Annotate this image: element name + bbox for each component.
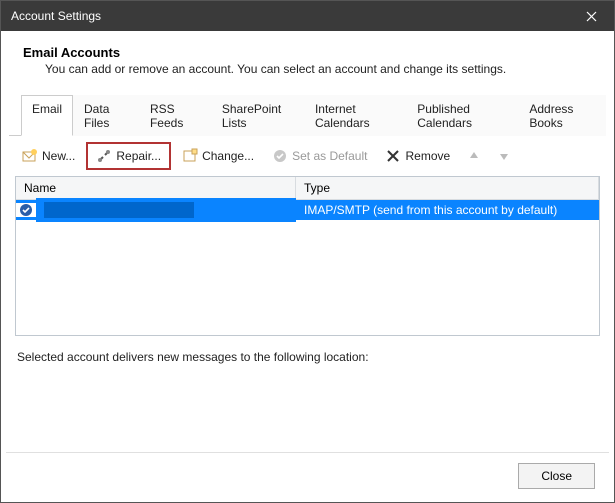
column-type[interactable]: Type bbox=[296, 177, 599, 199]
change-button[interactable]: Change... bbox=[175, 144, 261, 168]
move-down-button bbox=[491, 144, 517, 168]
check-circle-icon bbox=[272, 148, 288, 164]
footer: Close bbox=[6, 452, 609, 503]
account-list: Name Type IMAP/SMTP (send from this acco… bbox=[15, 176, 600, 336]
header-description: You can add or remove an account. You ca… bbox=[45, 62, 592, 76]
remove-button[interactable]: Remove bbox=[378, 144, 457, 168]
window-close-button[interactable] bbox=[569, 1, 614, 31]
tab-address-books[interactable]: Address Books bbox=[518, 95, 606, 136]
tab-email[interactable]: Email bbox=[21, 95, 73, 136]
repair-button[interactable]: Repair... bbox=[86, 142, 171, 170]
remove-icon bbox=[385, 148, 401, 164]
row-name-cell bbox=[36, 198, 296, 222]
remove-label: Remove bbox=[405, 149, 450, 163]
tab-bar: Email Data Files RSS Feeds SharePoint Li… bbox=[9, 94, 606, 136]
repair-label: Repair... bbox=[116, 149, 161, 163]
list-header: Name Type bbox=[16, 177, 599, 200]
title-bar: Account Settings bbox=[1, 1, 614, 31]
account-row[interactable]: IMAP/SMTP (send from this account by def… bbox=[16, 200, 599, 220]
new-icon bbox=[22, 148, 38, 164]
toolbar: New... Repair... Change... Set as Defaul… bbox=[1, 136, 614, 176]
tab-published-calendars[interactable]: Published Calendars bbox=[406, 95, 518, 136]
new-label: New... bbox=[42, 149, 75, 163]
close-button[interactable]: Close bbox=[518, 463, 595, 489]
tab-sharepoint-lists[interactable]: SharePoint Lists bbox=[211, 95, 304, 136]
set-default-label: Set as Default bbox=[292, 149, 367, 163]
window-title: Account Settings bbox=[11, 9, 101, 23]
account-name-redacted bbox=[44, 202, 194, 218]
set-default-button: Set as Default bbox=[265, 144, 374, 168]
default-account-check-icon bbox=[16, 203, 36, 217]
new-button[interactable]: New... bbox=[15, 144, 82, 168]
change-label: Change... bbox=[202, 149, 254, 163]
change-icon bbox=[182, 148, 198, 164]
header-section: Email Accounts You can add or remove an … bbox=[1, 31, 614, 94]
move-up-button bbox=[461, 144, 487, 168]
header-title: Email Accounts bbox=[23, 45, 592, 60]
row-type-cell: IMAP/SMTP (send from this account by def… bbox=[296, 201, 599, 219]
tab-rss-feeds[interactable]: RSS Feeds bbox=[139, 95, 211, 136]
tab-internet-calendars[interactable]: Internet Calendars bbox=[304, 95, 406, 136]
arrow-down-icon bbox=[496, 148, 512, 164]
close-icon bbox=[586, 11, 597, 22]
location-text: Selected account delivers new messages t… bbox=[17, 350, 598, 364]
repair-icon bbox=[96, 148, 112, 164]
arrow-up-icon bbox=[466, 148, 482, 164]
tab-data-files[interactable]: Data Files bbox=[73, 95, 139, 136]
column-name[interactable]: Name bbox=[16, 177, 296, 199]
